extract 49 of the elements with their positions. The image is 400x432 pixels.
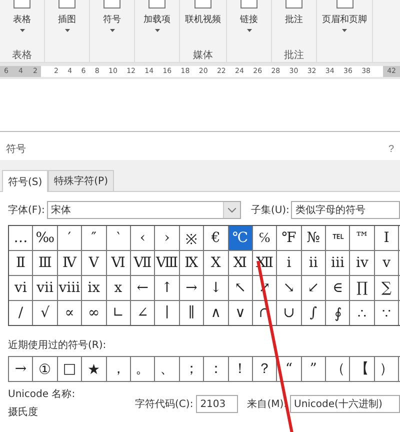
ribbon-button[interactable]: 加载项: [140, 0, 174, 48]
tab[interactable]: 特殊字符(P): [48, 170, 114, 191]
ribbon-button[interactable]: 联机视频: [182, 0, 224, 48]
symbol-cell[interactable]: ↙: [302, 276, 326, 300]
chevron-down-icon: [228, 208, 236, 212]
code-field[interactable]: 2103: [196, 395, 238, 413]
ribbon-button[interactable]: 批注: [282, 0, 306, 48]
symbol-cell[interactable]: ∫: [302, 301, 326, 325]
symbol-cell[interactable]: Ⅺ: [228, 251, 253, 275]
subset-dropdown[interactable]: 类似字母的符号: [291, 201, 400, 219]
font-dropdown[interactable]: 宋体: [46, 201, 241, 219]
dialog-title: 符号: [6, 143, 26, 156]
help-button[interactable]: ?: [388, 144, 394, 154]
ribbon-button[interactable]: 符号: [100, 0, 124, 48]
group-label: 表格: [12, 48, 32, 62]
symbol-cell[interactable]: ∟: [106, 301, 131, 325]
ribbon-button[interactable]: 链接: [237, 0, 261, 48]
field-label: 来自(M):: [247, 398, 287, 411]
symbol-cell[interactable]: ，: [106, 357, 131, 381]
symbol-cell[interactable]: ℃: [228, 226, 253, 250]
symbol-cell[interactable]: →: [180, 276, 204, 300]
field-label: Unicode 名称:: [8, 388, 76, 401]
symbol-cell[interactable]: Ⅶ: [130, 251, 156, 275]
ribbon-button[interactable]: 插图: [55, 0, 79, 48]
symbol-cell[interactable]: ↖: [228, 276, 253, 300]
symbol-cell[interactable]: ！: [228, 357, 253, 381]
ribbon-button[interactable]: 页眉和页脚: [319, 0, 370, 48]
field-label: 字体(F):: [8, 204, 45, 217]
symbol-cell[interactable]: ∨: [228, 301, 253, 325]
symbol-cell[interactable]: ⅱ: [302, 251, 326, 275]
group-label: 媒体: [193, 49, 213, 62]
from-dropdown[interactable]: Unicode(十六进制): [290, 395, 400, 413]
symbol-cell[interactable]: ‵: [106, 226, 131, 250]
field-label: 子集(U):: [250, 204, 290, 217]
field-label: 字符代码(C):: [135, 398, 194, 411]
group-label: 批注: [284, 48, 304, 62]
section-label: 近期使用过的符号(R):: [8, 338, 108, 352]
symbol-cell[interactable]: №: [302, 226, 326, 250]
symbol-cell[interactable]: ∥: [180, 301, 204, 325]
ribbon-button[interactable]: 表格: [10, 0, 34, 48]
unicode-name: 摄氏度: [8, 406, 39, 419]
symbol-cell[interactable]: ⅹ: [106, 276, 131, 300]
symbol-cell[interactable]: ⅷ: [58, 276, 82, 300]
symbol-cell[interactable]: ※: [180, 226, 204, 250]
symbol-cell[interactable]: Ⅵ: [106, 251, 131, 275]
symbol-cell[interactable]: ；: [180, 357, 204, 381]
tab[interactable]: 符号(S): [2, 170, 48, 192]
symbol-cell[interactable]: Ⅷ: [155, 251, 180, 275]
symbol-cell[interactable]: ”: [302, 357, 326, 381]
